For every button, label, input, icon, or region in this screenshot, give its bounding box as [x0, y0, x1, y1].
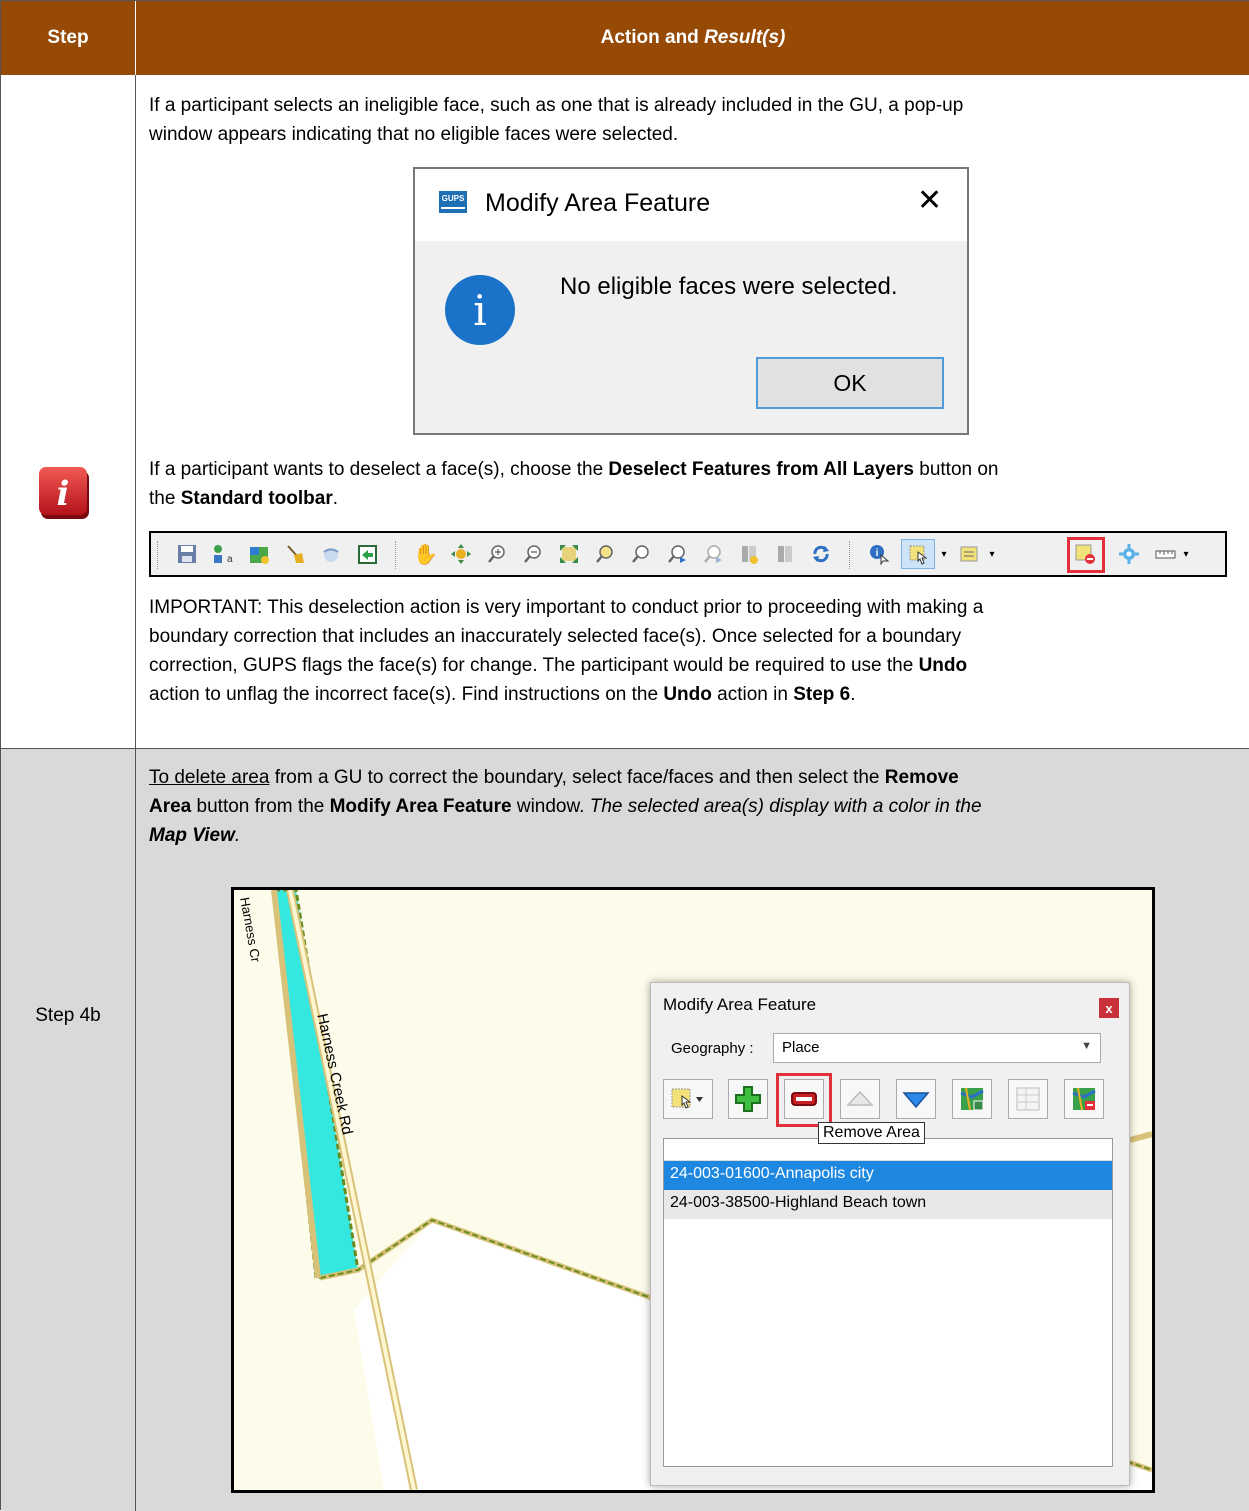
add-layer-icon[interactable]: [247, 543, 271, 567]
list-item[interactable]: 24-003-01600-Annapolis city: [664, 1161, 1112, 1190]
table-row: i If a participant selects an ineligible…: [1, 75, 1249, 749]
zoom-in-icon[interactable]: [485, 543, 509, 567]
map-view[interactable]: Harness Cr Harness Creek Rd Modify Area …: [231, 887, 1155, 1493]
map-add-icon[interactable]: [952, 1079, 992, 1119]
close-button[interactable]: x: [1099, 998, 1119, 1018]
svg-text:i: i: [876, 548, 879, 559]
zoom-full-icon[interactable]: [557, 543, 581, 567]
modify-area-dialog: Modify Area Feature x Geography : Place …: [650, 982, 1130, 1486]
close-button[interactable]: ✕: [917, 183, 942, 219]
chevron-down-icon: ▼: [1081, 1040, 1092, 1052]
zoom-to-layer-icon[interactable]: [629, 543, 653, 567]
broom-icon[interactable]: [283, 543, 307, 567]
highlight-box: [776, 1073, 832, 1127]
show-bookmarks-icon[interactable]: [773, 543, 797, 567]
area-list[interactable]: 24-003-01600-Annapolis city 24-003-38500…: [663, 1138, 1113, 1467]
toolbar-grip: [157, 541, 159, 569]
important-paragraph: IMPORTANT: This deselection action is ve…: [149, 597, 984, 705]
zoom-next-icon[interactable]: [701, 543, 725, 567]
table-row: Step 4b To delete area from a GU to corr…: [1, 749, 1249, 1511]
move-down-button[interactable]: [896, 1079, 936, 1119]
new-bookmark-icon[interactable]: [737, 543, 761, 567]
standard-toolbar: a ✋ i ▾ ▾ ▾: [149, 531, 1227, 577]
add-area-button[interactable]: [728, 1079, 768, 1119]
paragraph: If a participant selects an ineligible f…: [149, 95, 964, 145]
dialog-title: Modify Area Feature: [485, 189, 711, 217]
paragraph: If a participant wants to deselect a fac…: [149, 459, 999, 509]
pan-to-selection-icon[interactable]: [449, 543, 473, 567]
dialog-message: No eligible faces were selected.: [560, 273, 898, 300]
table-icon[interactable]: [1008, 1079, 1048, 1119]
move-up-button[interactable]: [840, 1079, 880, 1119]
globe-icon[interactable]: [319, 543, 343, 567]
save-icon[interactable]: [175, 543, 199, 567]
map-remove-icon[interactable]: [1064, 1079, 1104, 1119]
modify-area-dialog: GUPS Modify Area Feature ✕ i No eligible…: [413, 167, 969, 435]
ok-button[interactable]: OK: [756, 357, 944, 409]
dialog-titlebar: GUPS Modify Area Feature ✕: [415, 169, 967, 241]
zoom-out-icon[interactable]: [521, 543, 545, 567]
step-label: Step 4b: [35, 1005, 101, 1026]
info-circle-icon: i: [445, 275, 515, 345]
deselect-features-icon[interactable]: [1073, 543, 1097, 567]
geography-select[interactable]: Place ▼: [773, 1033, 1101, 1063]
tooltip: Remove Area: [818, 1122, 925, 1144]
paragraph: To delete area from a GU to correct the …: [149, 767, 982, 846]
toolbar-separator: [395, 541, 397, 569]
list-item[interactable]: 24-003-38500-Highland Beach town: [664, 1190, 1112, 1219]
identify-icon[interactable]: i: [867, 543, 891, 567]
instructions-table: Step Action and Result(s) i If a partici…: [0, 0, 1249, 1511]
toolbar-separator: [849, 541, 851, 569]
chevron-down-icon[interactable]: ▾: [939, 543, 949, 567]
layer-properties-icon[interactable]: a: [211, 543, 235, 567]
chevron-down-icon[interactable]: ▾: [987, 543, 997, 567]
svg-text:a: a: [227, 554, 233, 565]
gups-logo-icon: GUPS: [439, 191, 467, 213]
chevron-down-icon[interactable]: ▾: [1181, 543, 1191, 567]
select-by-value-icon[interactable]: [957, 543, 981, 567]
zoom-to-selection-icon[interactable]: [593, 543, 617, 567]
header-action: Action and Result(s): [600, 27, 786, 48]
header-step: Step: [1, 1, 136, 75]
measure-icon[interactable]: [1153, 543, 1177, 567]
table-header: Step Action and Result(s): [1, 1, 1249, 75]
select-tool-button[interactable]: [663, 1079, 713, 1119]
pan-hand-icon[interactable]: ✋: [413, 543, 438, 567]
dialog-title: Modify Area Feature: [663, 995, 817, 1014]
select-features-icon[interactable]: [901, 539, 935, 569]
column-divider: [135, 75, 136, 1511]
gear-icon[interactable]: [1117, 543, 1141, 567]
svg-text:i: i: [57, 474, 70, 514]
export-icon[interactable]: [355, 543, 379, 567]
info-icon: i: [39, 467, 89, 519]
geography-label: Geography :: [671, 1040, 754, 1057]
zoom-last-icon[interactable]: [665, 543, 689, 567]
refresh-icon[interactable]: [809, 543, 833, 567]
